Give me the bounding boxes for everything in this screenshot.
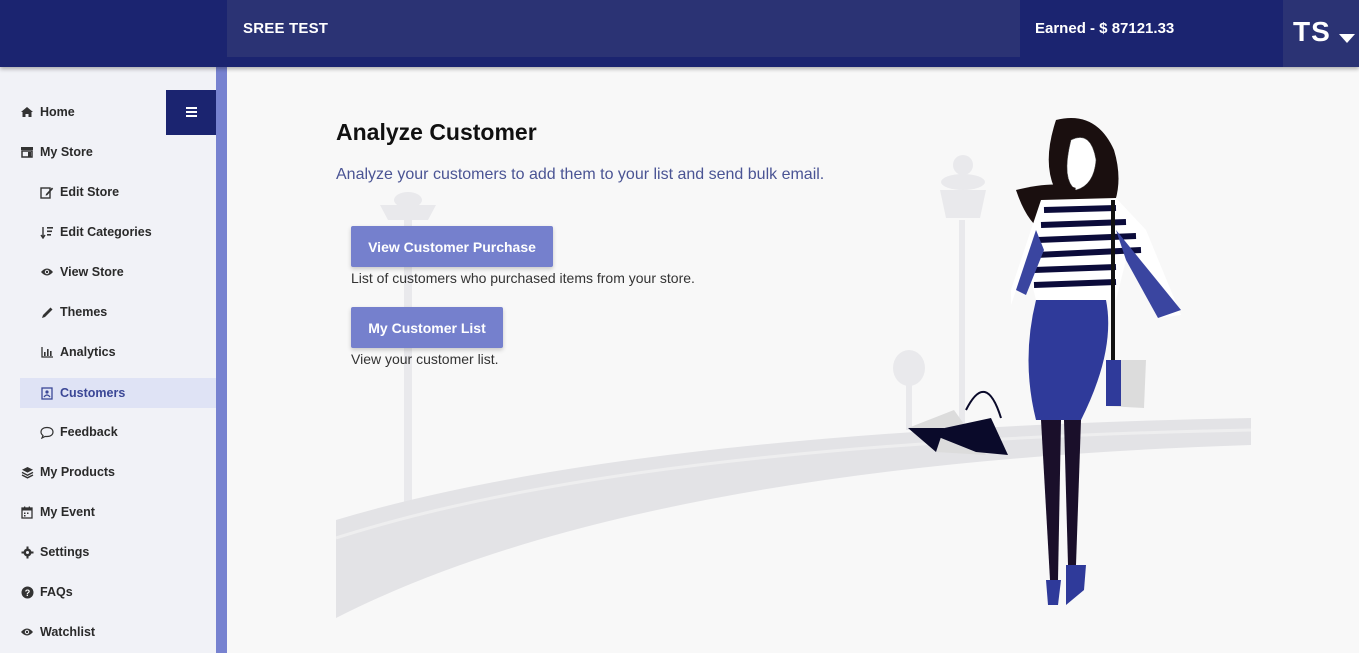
sidebar-item-label: My Store <box>40 145 93 159</box>
sidebar-item-edit-categories[interactable]: Edit Categories <box>40 217 210 247</box>
question-circle-icon: ? <box>20 585 34 599</box>
eye-icon <box>20 625 34 639</box>
sidebar-item-analytics[interactable]: Analytics <box>40 337 210 367</box>
bar-chart-icon <box>40 345 54 359</box>
pencil-icon <box>40 305 54 319</box>
sidebar-item-label: Analytics <box>60 345 116 359</box>
store-name-bar: SREE TEST <box>227 0 1020 57</box>
sidebar-item-themes[interactable]: Themes <box>40 297 210 327</box>
sidebar-item-customers[interactable]: Customers <box>20 378 216 408</box>
contact-card-icon <box>40 386 54 400</box>
sidebar-item-label: Feedback <box>60 425 118 439</box>
caret-down-icon <box>1339 34 1355 43</box>
top-bar: SREE TEST Earned - $ 87121.33 TS <box>0 0 1359 67</box>
calendar-icon <box>20 505 34 519</box>
sidebar-item-edit-store[interactable]: Edit Store <box>40 177 210 207</box>
svg-text:?: ? <box>24 588 30 598</box>
my-customer-list-description: View your customer list. <box>351 351 499 367</box>
sidebar-item-view-store[interactable]: View Store <box>40 257 210 287</box>
sidebar-item-my-products[interactable]: My Products <box>20 457 210 487</box>
edit-icon <box>40 185 54 199</box>
view-customer-purchase-description: List of customers who purchased items fr… <box>351 270 695 286</box>
sidebar-item-faqs[interactable]: ? FAQs <box>20 577 210 607</box>
sidebar-item-watchlist[interactable]: Watchlist <box>20 617 210 647</box>
sidebar-rail <box>216 67 227 653</box>
sidebar-item-label: Home <box>40 105 75 119</box>
user-menu[interactable]: TS <box>1283 0 1359 67</box>
sidebar-item-my-event[interactable]: My Event <box>20 497 210 527</box>
sidebar-item-label: Themes <box>60 305 108 319</box>
view-customer-purchase-button[interactable]: View Customer Purchase <box>351 226 553 267</box>
page-title: Analyze Customer <box>336 119 537 145</box>
sidebar-item-label: Settings <box>40 545 90 559</box>
eye-icon <box>40 265 54 279</box>
gear-icon <box>20 545 34 559</box>
sidebar-item-label: Edit Categories <box>60 225 152 239</box>
hamburger-icon-line <box>186 111 197 113</box>
store-name: SREE TEST <box>243 20 329 37</box>
my-customer-list-button[interactable]: My Customer List <box>351 307 503 348</box>
hamburger-icon <box>186 107 197 109</box>
hamburger-icon-line <box>186 115 197 117</box>
sidebar-item-label: My Event <box>40 505 95 519</box>
home-icon <box>20 105 34 119</box>
sidebar-item-label: FAQs <box>40 585 73 599</box>
sidebar-item-label: View Store <box>60 265 124 279</box>
comment-icon <box>40 425 54 439</box>
sidebar-item-feedback[interactable]: Feedback <box>40 417 210 447</box>
sort-icon <box>40 225 54 239</box>
sidebar-item-my-store[interactable]: My Store <box>20 137 210 167</box>
sidebar-item-label: Customers <box>60 386 126 400</box>
sidebar-item-settings[interactable]: Settings <box>20 537 210 567</box>
menu-toggle-button[interactable] <box>166 90 216 135</box>
page-subtitle: Analyze your customers to add them to yo… <box>336 166 825 183</box>
avatar: TS <box>1293 16 1331 47</box>
layers-icon <box>20 465 34 479</box>
sidebar-item-home[interactable]: Home <box>20 97 160 127</box>
sidebar-item-label: Watchlist <box>40 625 96 639</box>
earned-amount: Earned - $ 87121.33 <box>1035 20 1175 37</box>
sidebar-item-label: My Products <box>40 465 116 479</box>
sidebar-item-label: Edit Store <box>60 185 120 199</box>
store-icon <box>20 145 34 159</box>
